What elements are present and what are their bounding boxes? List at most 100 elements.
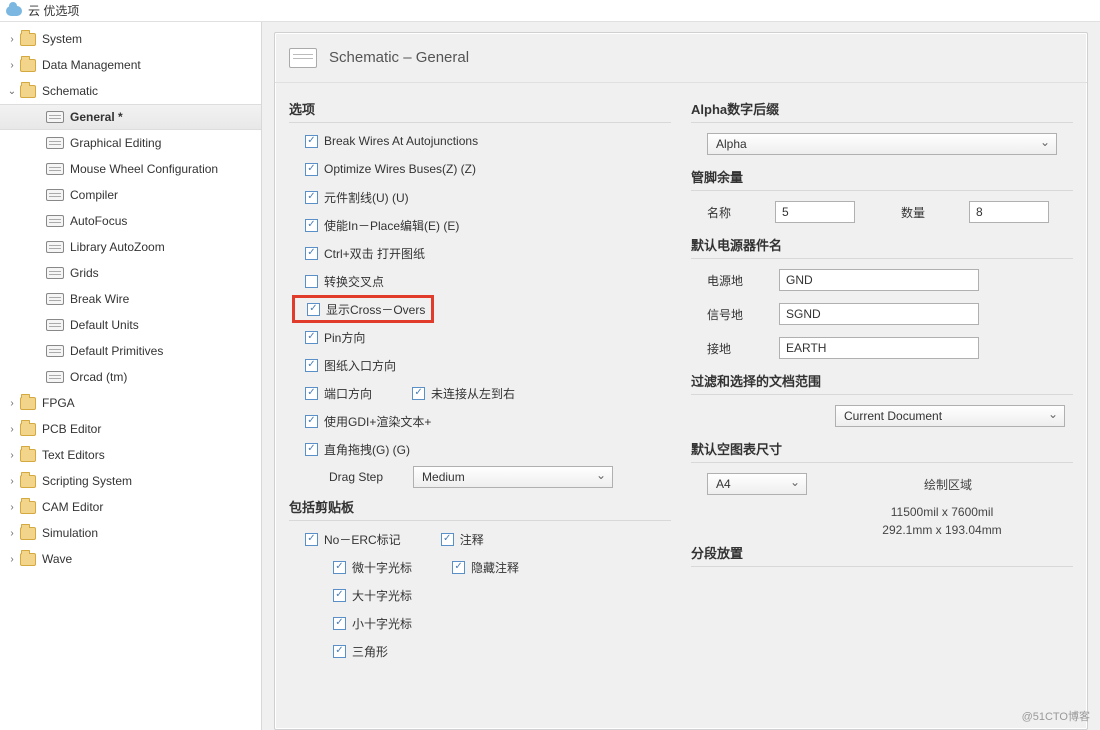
sidebar-item-default-units[interactable]: Default Units	[0, 312, 261, 338]
folder-icon	[20, 475, 36, 488]
checkbox-icon[interactable]	[307, 303, 320, 316]
left-column: 选项 Break Wires At Autojunctions Optimize…	[289, 93, 671, 665]
option-unconnected-ltr[interactable]: 未连接从左到右	[412, 385, 515, 402]
file-icon	[46, 345, 64, 357]
alpha-suffix-select[interactable]: Alpha	[707, 133, 1057, 155]
sidebar-item-library-autozoom[interactable]: Library AutoZoom	[0, 234, 261, 260]
sidebar-item-pcb-editor[interactable]: › PCB Editor	[0, 416, 261, 442]
checkbox-icon[interactable]	[305, 135, 318, 148]
option-cross-overs-row: 显示Cross－Overs	[289, 295, 671, 323]
tree-label: AutoFocus	[70, 214, 127, 228]
sidebar-item-grids[interactable]: Grids	[0, 260, 261, 286]
clipboard-sub-1[interactable]: 大十字光标	[289, 581, 671, 609]
checkbox-icon[interactable]	[333, 617, 346, 630]
checkbox-icon[interactable]	[333, 589, 346, 602]
tree-label: Data Management	[42, 58, 141, 72]
checkbox-icon[interactable]	[412, 387, 425, 400]
sidebar-item-mouse-wheel[interactable]: Mouse Wheel Configuration	[0, 156, 261, 182]
drag-step-select[interactable]: Medium	[413, 466, 613, 488]
default-sheet-size-select[interactable]: A4	[707, 473, 807, 495]
sidebar-item-data-management[interactable]: › Data Management	[0, 52, 261, 78]
sidebar-item-orcad[interactable]: Orcad (tm)	[0, 364, 261, 390]
sidebar-item-system[interactable]: › System	[0, 26, 261, 52]
option-pin-direction[interactable]: Pin方向	[289, 323, 671, 351]
checkbox-icon[interactable]	[305, 415, 318, 428]
checkbox-icon[interactable]	[441, 533, 454, 546]
checkbox-icon[interactable]	[305, 191, 318, 204]
chevron-right-icon: ›	[6, 34, 18, 45]
option-label: 元件割线(U) (U)	[324, 189, 409, 206]
default-sheet-title: 默认空图表尺寸	[691, 439, 1073, 463]
sidebar-item-simulation[interactable]: › Simulation	[0, 520, 261, 546]
folder-icon	[20, 553, 36, 566]
pin-margin-name-input[interactable]: 5	[775, 201, 855, 223]
clipboard-sub-0[interactable]: 微十字光标 隐藏注释	[289, 553, 671, 581]
clipboard-sub-2[interactable]: 小十字光标	[289, 609, 671, 637]
file-icon	[46, 241, 64, 253]
clipboard-sub-3[interactable]: 三角形	[289, 637, 671, 665]
tree-label: CAM Editor	[42, 500, 103, 514]
sidebar-item-schematic[interactable]: ⌄ Schematic	[0, 78, 261, 104]
sidebar-item-default-primitives[interactable]: Default Primitives	[0, 338, 261, 364]
checkbox-icon[interactable]	[305, 247, 318, 260]
segment-place-title: 分段放置	[691, 543, 1073, 567]
option-optimize-wires[interactable]: Optimize Wires Buses(Z) (Z)	[289, 155, 671, 183]
sidebar-item-compiler[interactable]: Compiler	[0, 182, 261, 208]
sidebar-item-wave[interactable]: › Wave	[0, 546, 261, 572]
checkbox-icon[interactable]	[305, 219, 318, 232]
sidebar-item-text-editors[interactable]: › Text Editors	[0, 442, 261, 468]
power-row-input[interactable]: GND	[779, 269, 979, 291]
checkbox-icon[interactable]	[305, 443, 318, 456]
pin-margin-qty-input[interactable]: 8	[969, 201, 1049, 223]
option-ctrl-dblclick[interactable]: Ctrl+双击 打开图纸	[289, 239, 671, 267]
power-row-input[interactable]: EARTH	[779, 337, 979, 359]
clipboard-no-erc[interactable]: No－ERC标记 注释	[289, 525, 671, 553]
alpha-suffix-row: Alpha	[691, 127, 1073, 161]
draw-area-title: 绘制区域	[823, 476, 1073, 493]
checkbox-icon[interactable]	[452, 561, 465, 574]
sidebar-item-break-wire[interactable]: Break Wire	[0, 286, 261, 312]
tree-label: PCB Editor	[42, 422, 101, 436]
checkbox-icon[interactable]	[305, 163, 318, 176]
checkbox-icon[interactable]	[333, 561, 346, 574]
option-port-direction[interactable]: 端口方向 未连接从左到右	[289, 379, 671, 407]
sidebar-item-graphical-editing[interactable]: Graphical Editing	[0, 130, 261, 156]
option-label: 显示Cross－Overs	[326, 301, 425, 318]
sidebar-item-autofocus[interactable]: AutoFocus	[0, 208, 261, 234]
option-right-angle-drag[interactable]: 直角拖拽(G) (G)	[289, 435, 671, 463]
checkbox-icon[interactable]	[305, 533, 318, 546]
checkbox-icon[interactable]	[305, 275, 318, 288]
pin-margin-row: 名称 5 数量 8	[691, 195, 1073, 229]
option-label: 小十字光标	[352, 615, 412, 632]
option-convert-junction[interactable]: 转换交叉点	[289, 267, 671, 295]
checkbox-icon[interactable]	[305, 359, 318, 372]
sidebar-item-cam-editor[interactable]: › CAM Editor	[0, 494, 261, 520]
schematic-page-icon	[289, 48, 317, 68]
checkbox-icon[interactable]	[305, 387, 318, 400]
option-break-wires[interactable]: Break Wires At Autojunctions	[289, 127, 671, 155]
checkbox-icon[interactable]	[333, 645, 346, 658]
file-icon	[46, 371, 64, 383]
filter-scope-select[interactable]: Current Document	[835, 405, 1065, 427]
sidebar-item-fpga[interactable]: › FPGA	[0, 390, 261, 416]
tree-label: Wave	[42, 552, 72, 566]
default-power-title: 默认电源器件名	[691, 235, 1073, 259]
option-in-place-edit[interactable]: 使能In－Place编辑(E) (E)	[289, 211, 671, 239]
power-row-input[interactable]: SGND	[779, 303, 979, 325]
sidebar-item-scripting-system[interactable]: › Scripting System	[0, 468, 261, 494]
tree-label: Mouse Wheel Configuration	[70, 162, 218, 176]
tree-label: Break Wire	[70, 292, 129, 306]
option-use-gdi[interactable]: 使用GDI+渲染文本+	[289, 407, 671, 435]
pin-margin-qty-label: 数量	[901, 204, 957, 221]
clipboard-hide-note[interactable]: 隐藏注释	[452, 559, 519, 576]
sidebar-item-general[interactable]: General *	[0, 104, 261, 130]
option-label: Break Wires At Autojunctions	[324, 134, 478, 148]
option-component-cut[interactable]: 元件割线(U) (U)	[289, 183, 671, 211]
option-label: 三角形	[352, 643, 388, 660]
filter-scope-title: 过滤和选择的文档范围	[691, 371, 1073, 395]
chevron-right-icon: ›	[6, 398, 18, 409]
checkbox-icon[interactable]	[305, 331, 318, 344]
clipboard-note[interactable]: 注释	[441, 531, 484, 548]
option-sheet-entry-direction[interactable]: 图纸入口方向	[289, 351, 671, 379]
option-label: Ctrl+双击 打开图纸	[324, 245, 425, 262]
